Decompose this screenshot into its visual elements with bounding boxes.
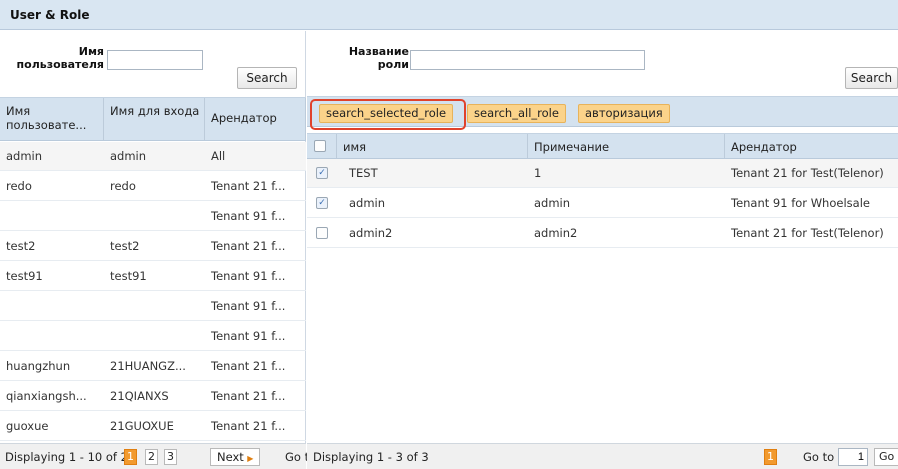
cell-login: admin [110, 149, 147, 163]
cell-username: redo [6, 179, 32, 193]
authorize-button[interactable]: авторизация [578, 104, 670, 123]
cell-login [104, 202, 205, 231]
cell-username: test91 [6, 269, 43, 283]
cell-role-tenant: Tenant 21 for Test(Telenor) [731, 166, 884, 180]
column-header-role-name[interactable]: имя [337, 134, 528, 158]
roles-toolbar: search_selected_role search_all_role авт… [307, 96, 898, 130]
cell-tenant: All [211, 149, 226, 163]
window-titlebar: User & Role [0, 0, 898, 30]
cell-login: 21QIANXS [110, 389, 169, 403]
role-name-filter-label: Название роли [348, 45, 409, 71]
cell-login: test2 [110, 239, 140, 253]
go-button[interactable]: Go [874, 448, 898, 466]
cell-tenant: Tenant 21 f... [211, 419, 286, 433]
checkbox-icon[interactable]: ✓ [316, 197, 328, 209]
column-header-username[interactable]: Имя пользовате... [0, 98, 104, 140]
cell-username [0, 322, 104, 351]
cell-role-tenant: Tenant 21 for Test(Telenor) [731, 226, 884, 240]
roles-grid-header: имя Примечание Арендатор [307, 133, 898, 159]
cell-username [0, 202, 104, 231]
cell-role-tenant: Tenant 91 for Whoelsale [731, 196, 870, 210]
window-title: User & Role [10, 8, 90, 22]
cell-tenant: Tenant 21 f... [211, 179, 286, 193]
cell-tenant: Tenant 21 f... [211, 359, 286, 373]
column-header-note[interactable]: Примечание [528, 134, 725, 158]
next-page-label: Next [217, 450, 244, 464]
cell-username: huangzhun [6, 359, 71, 373]
roles-pager: Displaying 1 - 3 of 3 1 Go to Go [307, 443, 898, 469]
role-name-search-input[interactable] [410, 50, 645, 70]
search-all-role-button[interactable]: search_all_role [467, 104, 566, 123]
page-button-1[interactable]: 1 [124, 449, 137, 465]
cell-login: 21GUOXUE [110, 419, 174, 433]
table-row[interactable]: huangzhun 21HUANGZ... Tenant 21 f... [0, 352, 306, 381]
table-row[interactable]: redo redo Tenant 21 f... [0, 172, 306, 201]
column-header-login[interactable]: Имя для входа [104, 98, 205, 140]
cell-tenant: Tenant 21 f... [211, 239, 286, 253]
cell-note: admin [534, 196, 571, 210]
users-grid-body: admin admin All redo redo Tenant 21 f...… [0, 142, 306, 442]
users-panel: Имя пользователя Search Имя пользовате..… [0, 31, 310, 469]
users-pager-display-text: Displaying 1 - 10 of 2 [5, 450, 128, 464]
cell-username: test2 [6, 239, 36, 253]
cell-role-name: TEST [349, 166, 378, 180]
table-row[interactable]: test91 test91 Tenant 91 f... [0, 262, 306, 291]
users-grid-header: Имя пользовате... Имя для входа Арендато… [0, 97, 306, 141]
cell-tenant: Tenant 21 f... [211, 389, 286, 403]
table-row[interactable]: ✓ TEST 1 Tenant 21 for Test(Telenor) [307, 159, 898, 188]
cell-role-name: admin2 [349, 226, 393, 240]
cell-username: admin [6, 149, 43, 163]
page-button-2[interactable]: 2 [145, 449, 158, 465]
table-row[interactable]: admin2 admin2 Tenant 21 for Test(Telenor… [307, 219, 898, 248]
roles-page-button-1[interactable]: 1 [764, 449, 777, 465]
cell-note: admin2 [534, 226, 578, 240]
username-search-input[interactable] [107, 50, 203, 70]
cell-username: guoxue [6, 419, 49, 433]
cell-username: qianxiangsh... [6, 389, 87, 403]
cell-username [0, 292, 104, 321]
users-goto-label: Go t [285, 450, 310, 464]
cell-tenant: Tenant 91 f... [211, 269, 286, 283]
table-row[interactable]: qianxiangsh... 21QIANXS Tenant 21 f... [0, 382, 306, 411]
checkbox-icon[interactable]: ✓ [316, 167, 328, 179]
roles-goto-label: Go to [803, 450, 835, 464]
cell-login [104, 322, 205, 351]
roles-panel: Название роли Search search_selected_rol… [307, 31, 898, 469]
cell-login: redo [110, 179, 136, 193]
search-selected-role-button[interactable]: search_selected_role [319, 104, 454, 123]
table-row[interactable]: guoxue 21GUOXUE Tenant 21 f... [0, 412, 306, 441]
column-header-tenant[interactable]: Арендатор [205, 98, 306, 140]
checkbox-icon[interactable] [316, 227, 328, 239]
checkbox-icon[interactable] [314, 140, 326, 152]
goto-page-input[interactable] [838, 448, 868, 466]
users-search-button[interactable]: Search [237, 67, 297, 89]
table-row[interactable]: Tenant 91 f... [0, 322, 306, 351]
cell-login [104, 292, 205, 321]
triangle-right-icon: ▶ [247, 454, 254, 463]
table-row[interactable]: test2 test2 Tenant 21 f... [0, 232, 306, 261]
next-page-button[interactable]: Next ▶ [210, 448, 261, 466]
cell-role-name: admin [349, 196, 386, 210]
cell-note: 1 [534, 166, 542, 180]
cell-login: 21HUANGZ... [110, 359, 186, 373]
cell-tenant: Tenant 91 f... [211, 209, 286, 223]
roles-grid-body: ✓ TEST 1 Tenant 21 for Test(Telenor) ✓ a… [307, 159, 898, 251]
table-row[interactable]: Tenant 91 f... [0, 292, 306, 321]
page-button-3[interactable]: 3 [164, 449, 177, 465]
column-header-role-tenant[interactable]: Арендатор [725, 134, 898, 158]
table-row[interactable]: Tenant 91 f... [0, 202, 306, 231]
cell-login: test91 [110, 269, 147, 283]
table-row[interactable]: ✓ admin admin Tenant 91 for Whoelsale [307, 189, 898, 218]
username-filter-label: Имя пользователя [16, 45, 104, 71]
users-pager: Displaying 1 - 10 of 2 1 2 3 Next ▶ Go t [0, 443, 310, 469]
roles-pager-display-text: Displaying 1 - 3 of 3 [313, 450, 429, 464]
cell-tenant: Tenant 91 f... [211, 329, 286, 343]
select-all-cell[interactable] [307, 134, 337, 158]
table-row[interactable]: admin admin All [0, 142, 306, 171]
cell-tenant: Tenant 91 f... [211, 299, 286, 313]
roles-search-button[interactable]: Search [845, 67, 898, 89]
